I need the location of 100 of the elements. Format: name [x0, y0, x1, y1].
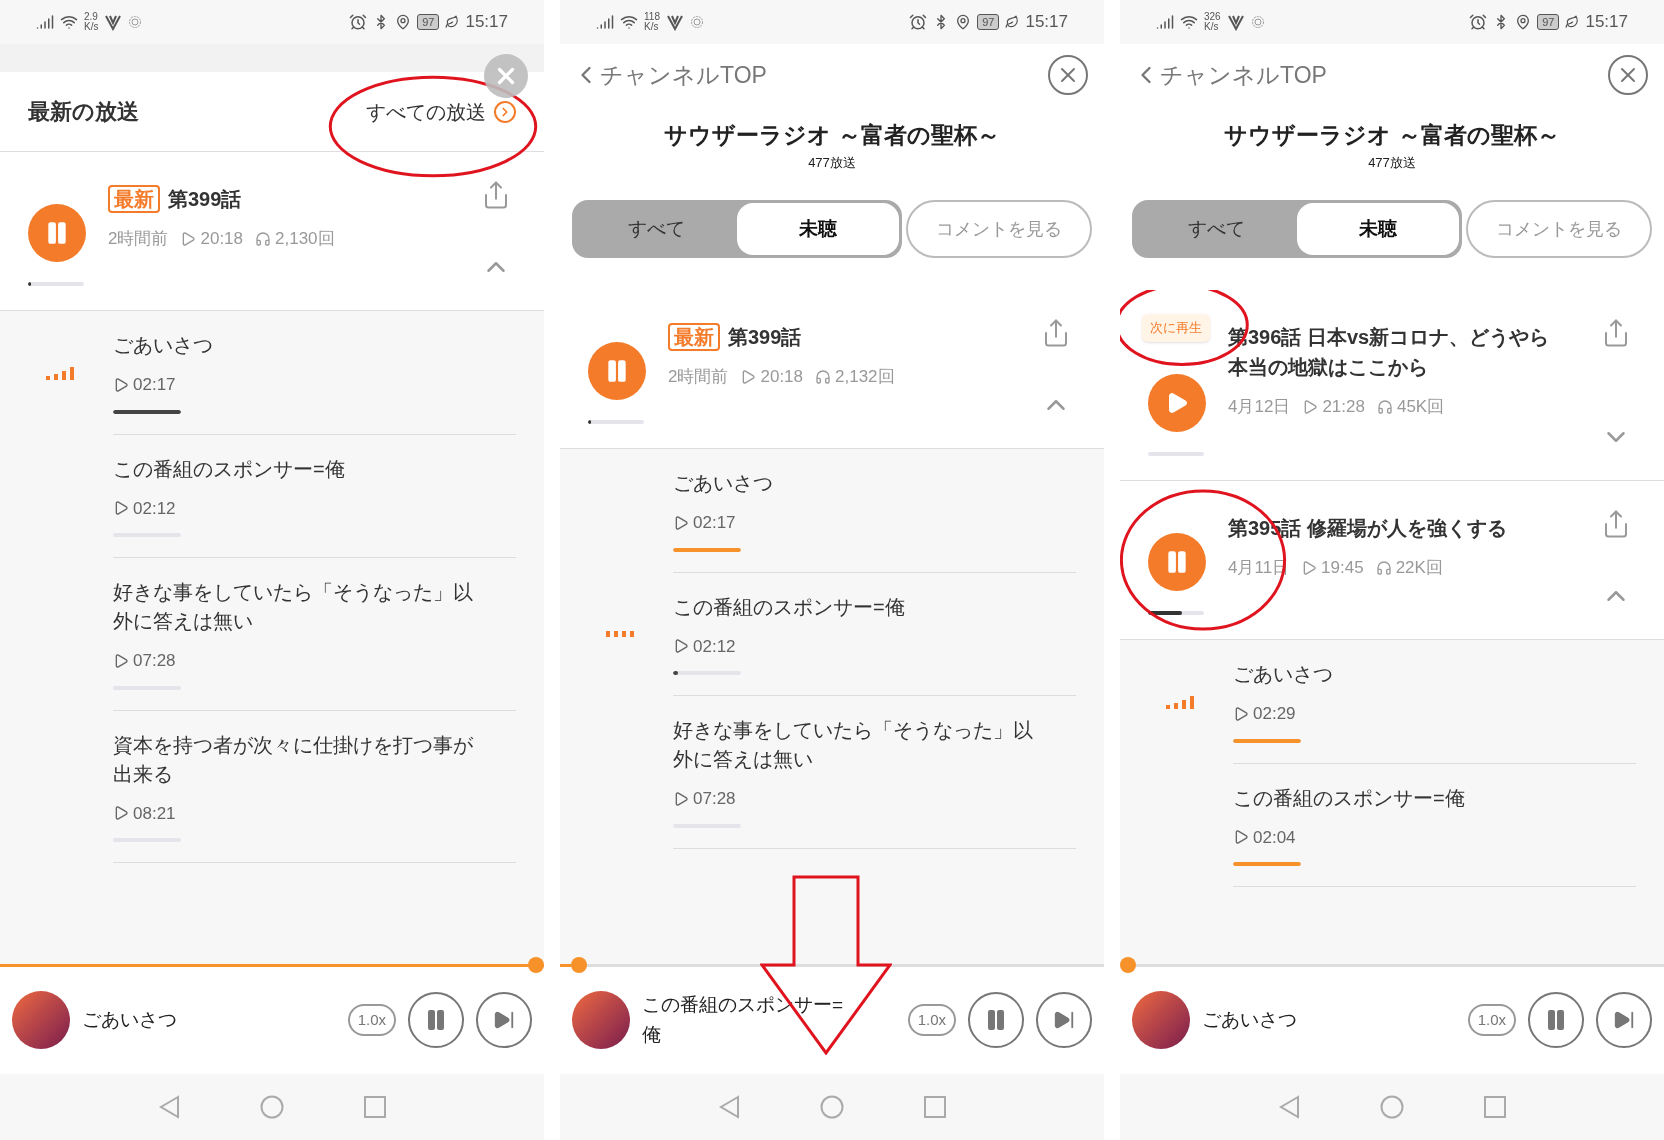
- chapter-title[interactable]: 好きな事をしていたら「そうなった」以外に答えは無い: [113, 578, 483, 636]
- playback-thumb[interactable]: [528, 957, 544, 973]
- clock: 15:17: [1585, 11, 1628, 34]
- leaf-icon: [1005, 15, 1020, 29]
- speed-button[interactable]: 1.0x: [347, 1004, 396, 1036]
- network-speed: 326: [1204, 12, 1221, 22]
- back-nav-icon[interactable]: [1278, 1095, 1300, 1119]
- avatar: [572, 991, 630, 1049]
- alarm-icon: [1469, 13, 1488, 31]
- back-link[interactable]: チャンネルTOP: [572, 57, 767, 93]
- playback-slider[interactable]: [560, 957, 1104, 973]
- recents-nav-icon[interactable]: [1484, 1096, 1506, 1118]
- home-nav-icon[interactable]: [820, 1095, 844, 1119]
- skip-next-icon: [493, 1009, 515, 1031]
- episode-title[interactable]: 第399話: [728, 322, 802, 352]
- play-outline-icon: [1302, 398, 1319, 415]
- network-speed: 2.9: [84, 12, 99, 22]
- pause-button[interactable]: [1528, 992, 1584, 1048]
- episode-duration: 20:18: [200, 228, 243, 250]
- play-outline-icon: [673, 638, 689, 655]
- filter-tab[interactable]: 未聴: [737, 203, 899, 255]
- pause-button[interactable]: [28, 204, 86, 262]
- playback-slider[interactable]: [1120, 957, 1664, 973]
- wifi-icon: [620, 13, 638, 31]
- chapter-duration: 02:17: [133, 374, 176, 396]
- episode-duration: 20:18: [760, 366, 803, 388]
- episode-duration: 21:28: [1322, 396, 1365, 418]
- new-badge: 最新: [668, 323, 720, 351]
- play-count: 2,132回: [835, 366, 895, 388]
- episode-date: 4月12日: [1228, 396, 1291, 418]
- chapter-title[interactable]: ごあいさつ: [673, 469, 1043, 498]
- skip-next-button[interactable]: [1036, 992, 1092, 1048]
- chapter-duration: 02:12: [133, 497, 176, 520]
- play-outline-icon: [113, 805, 129, 822]
- filter-tab[interactable]: すべて: [575, 203, 737, 255]
- battery-indicator: 97: [977, 14, 1000, 30]
- pause-button[interactable]: [968, 992, 1024, 1048]
- chapter-title[interactable]: ごあいさつ: [1233, 660, 1603, 689]
- v-logo-icon: [104, 13, 123, 31]
- now-playing-title: ごあいさつ: [1202, 1008, 1298, 1032]
- speed-button[interactable]: 1.0x: [1467, 1004, 1516, 1036]
- chapter-title[interactable]: この番組のスポンサー=俺: [673, 592, 1043, 622]
- pause-button[interactable]: [588, 342, 646, 400]
- chapter-duration: 02:17: [693, 512, 736, 534]
- pause-button[interactable]: [1148, 533, 1206, 591]
- home-nav-icon[interactable]: [260, 1095, 284, 1119]
- chapter-duration: 07:28: [133, 650, 176, 672]
- close-button[interactable]: [1048, 55, 1088, 95]
- speed-button[interactable]: 1.0x: [907, 1004, 956, 1036]
- v-logo-icon: [1226, 13, 1245, 31]
- next-up-tooltip: 次に再生: [1142, 314, 1210, 342]
- headphones-icon: [1375, 559, 1392, 576]
- skip-next-button[interactable]: [1596, 992, 1652, 1048]
- badge-icon: [1250, 15, 1265, 29]
- home-nav-icon[interactable]: [1380, 1095, 1404, 1119]
- pause-button[interactable]: [408, 992, 464, 1048]
- chapter-duration: 02:12: [693, 635, 736, 658]
- now-playing-title: ごあいさつ: [82, 1008, 178, 1032]
- chapter-duration: 07:28: [693, 788, 736, 810]
- close-button[interactable]: [1608, 55, 1648, 95]
- chapter-title[interactable]: この番組のスポンサー=俺: [1233, 783, 1603, 813]
- play-outline-icon: [180, 230, 197, 247]
- battery-indicator: 97: [1537, 14, 1560, 30]
- play-outline-icon: [113, 500, 129, 517]
- filter-tab[interactable]: すべて: [1135, 203, 1297, 255]
- playback-thumb[interactable]: [1120, 957, 1136, 973]
- broadcast-count: 477放送: [1368, 153, 1416, 172]
- filter-tab[interactable]: 未聴: [1297, 203, 1459, 255]
- channel-title: サウザーラジオ ～富者の聖杯～: [664, 121, 1000, 150]
- chapter-title[interactable]: この番組のスポンサー=俺: [113, 454, 483, 484]
- location-icon: [1515, 14, 1532, 30]
- play-outline-icon: [1233, 829, 1249, 846]
- signal-icon: [596, 13, 614, 31]
- location-icon: [395, 14, 412, 30]
- chapter-title[interactable]: 資本を持つ者が次々に仕掛けを打つ事が出来る: [113, 730, 483, 789]
- back-link[interactable]: チャンネルTOP: [1132, 57, 1327, 93]
- recents-nav-icon[interactable]: [364, 1096, 386, 1118]
- recents-nav-icon[interactable]: [924, 1096, 946, 1118]
- playback-slider[interactable]: [0, 957, 544, 973]
- play-count: 45K回: [1396, 396, 1445, 418]
- speed-unit: K/s: [84, 22, 99, 32]
- chapter-duration: 02:29: [1253, 703, 1296, 725]
- chapter-duration: 02:04: [1253, 826, 1296, 849]
- play-outline-icon: [673, 514, 689, 531]
- episode-title[interactable]: 第399話: [168, 184, 242, 214]
- speed-unit: K/s: [1204, 22, 1220, 32]
- speed-unit: K/s: [644, 22, 660, 32]
- episode-date: 2時間前: [108, 228, 169, 250]
- signal-icon: [1156, 13, 1174, 31]
- play-outline-icon: [1233, 705, 1249, 722]
- skip-next-button[interactable]: [476, 992, 532, 1048]
- signal-icon: [36, 13, 54, 31]
- back-nav-icon[interactable]: [718, 1095, 740, 1119]
- chapter-title[interactable]: 好きな事をしていたら「そうなった」以外に答えは無い: [673, 716, 1043, 774]
- back-nav-icon[interactable]: [158, 1095, 180, 1119]
- play-outline-icon: [1301, 559, 1318, 576]
- avatar: [12, 991, 70, 1049]
- leaf-icon: [1565, 15, 1580, 29]
- play-button[interactable]: [1148, 374, 1206, 432]
- chapter-title[interactable]: ごあいさつ: [113, 331, 483, 360]
